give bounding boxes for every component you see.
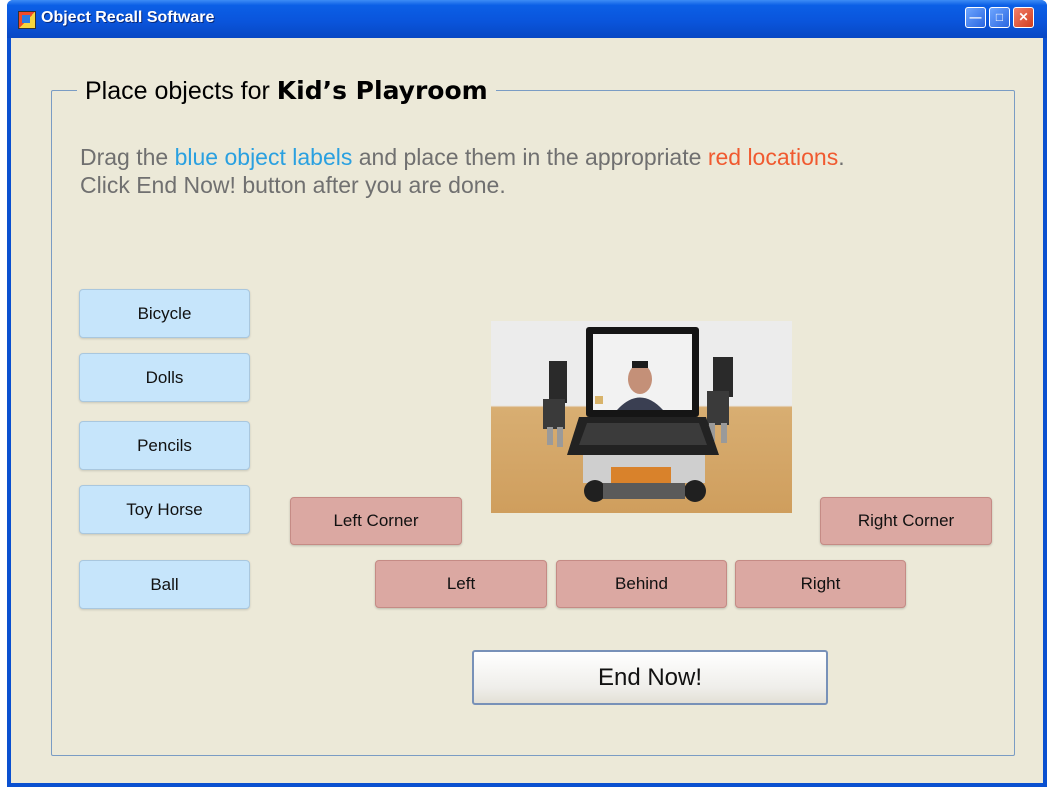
location-right-corner[interactable]: Right Corner (820, 497, 992, 545)
object-label-toy-horse[interactable]: Toy Horse (79, 485, 250, 534)
client-area: Place objects for Kid’s Playroom Drag th… (11, 38, 1043, 783)
close-icon: ✕ (1018, 10, 1029, 24)
app-window: Object Recall Software — □ ✕ Place objec… (7, 0, 1047, 787)
instruction-text: . (838, 144, 845, 170)
title-bar[interactable]: Object Recall Software — □ ✕ (7, 0, 1047, 38)
room-name: Kid’s Playroom (276, 76, 488, 105)
object-label-bicycle[interactable]: Bicycle (79, 289, 250, 338)
location-left[interactable]: Left (375, 560, 547, 608)
window-title: Object Recall Software (41, 9, 215, 26)
object-label-pencils[interactable]: Pencils (79, 421, 250, 470)
minimize-icon: — (969, 10, 982, 24)
instruction-line-2: Click End Now! button after you are done… (80, 172, 506, 198)
instructions: Drag the blue object labels and place th… (80, 143, 1030, 199)
location-left-corner[interactable]: Left Corner (290, 497, 462, 545)
legend-prefix: Place objects for (85, 77, 277, 105)
end-now-button[interactable]: End Now! (472, 650, 828, 705)
instruction-text: Drag the (80, 144, 175, 170)
location-right[interactable]: Right (735, 560, 906, 608)
blue-labels-text: blue object labels (174, 144, 353, 170)
red-locations-text: red locations (707, 144, 839, 170)
object-label-ball[interactable]: Ball (79, 560, 250, 609)
minimize-button[interactable]: — (965, 7, 986, 28)
maximize-button[interactable]: □ (989, 7, 1010, 28)
close-button[interactable]: ✕ (1013, 7, 1034, 28)
object-label-dolls[interactable]: Dolls (79, 353, 250, 402)
location-behind[interactable]: Behind (556, 560, 727, 608)
group-legend: Place objects for Kid’s Playroom (77, 76, 496, 106)
maximize-icon: □ (995, 10, 1004, 24)
app-icon[interactable] (18, 11, 36, 29)
instruction-text: and place them in the appropriate (352, 144, 708, 170)
robot-photo (491, 321, 792, 513)
robot-image (543, 327, 733, 502)
